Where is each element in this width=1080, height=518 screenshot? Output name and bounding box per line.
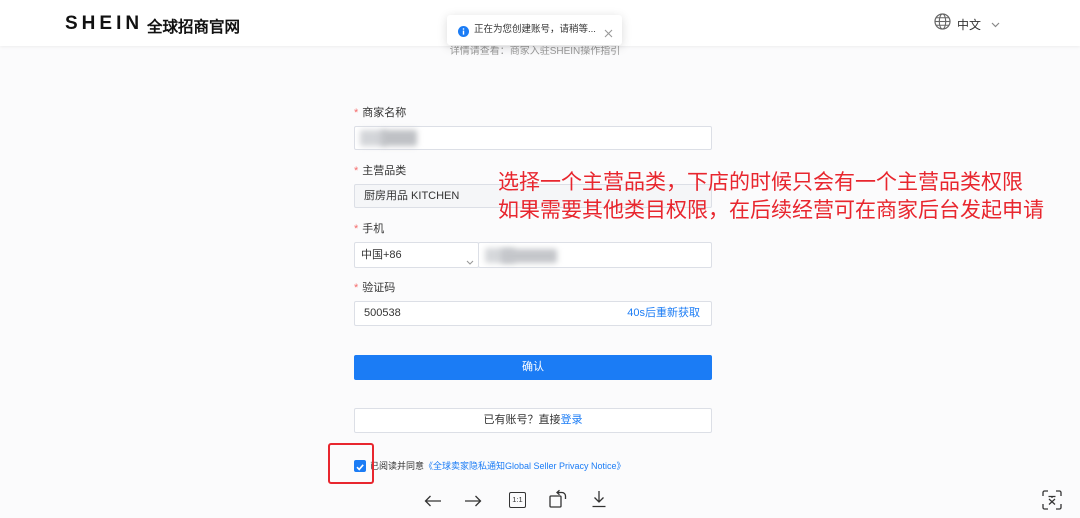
country-code-select[interactable]: 中国+86 xyxy=(354,242,479,268)
language-label: 中文 xyxy=(957,17,982,32)
main-category-label-text: 主营品类 xyxy=(362,165,407,177)
country-code-value: 中国+86 xyxy=(361,249,402,261)
rotate-icon[interactable] xyxy=(548,489,568,514)
arrow-left-icon[interactable] xyxy=(424,494,442,512)
extract-text-icon[interactable] xyxy=(1042,490,1062,515)
phone-label: * 手机 xyxy=(354,222,384,236)
verification-code-input[interactable]: 500538 40s后重新获取 xyxy=(354,301,712,326)
close-icon[interactable] xyxy=(604,25,613,38)
resend-code-button[interactable]: 40s后重新获取 xyxy=(627,302,700,325)
login-prompt-button[interactable]: 已有账号？直接登录 xyxy=(354,408,712,433)
creating-account-toast: 正在为您创建账号，请稍等... xyxy=(447,15,622,45)
required-mark: * xyxy=(354,165,359,177)
merchant-name-label-text: 商家名称 xyxy=(362,107,407,119)
verification-code-value: 500538 xyxy=(364,307,401,319)
agreement-prefix: 已阅读并同意 xyxy=(370,461,425,471)
language-selector[interactable]: 中文 xyxy=(934,13,1000,35)
phone-label-text: 手机 xyxy=(362,223,385,235)
required-mark: * xyxy=(354,107,359,119)
download-icon[interactable] xyxy=(591,490,607,513)
red-highlight-box xyxy=(328,443,374,484)
login-prompt-text: 已有账号？直接 xyxy=(483,414,561,426)
chevron-down-icon xyxy=(466,252,474,270)
annotation-line-2: 如果需要其他类目权限，在后续经营可在商家后台发起申请 xyxy=(498,199,1044,222)
phone-input[interactable] xyxy=(478,242,712,268)
required-mark: * xyxy=(354,223,359,235)
blurred-merchant-name xyxy=(381,130,417,146)
privacy-notice-link[interactable]: 《全球卖家隐私通知Global Seller Privacy Notice》 xyxy=(424,461,626,471)
verification-code-label-text: 验证码 xyxy=(362,282,396,294)
merchant-name-input[interactable] xyxy=(354,126,712,150)
toast-message: 正在为您创建账号，请稍等... xyxy=(474,24,596,35)
main-category-value: 厨房用品 KITCHEN xyxy=(364,190,460,202)
verification-code-label: * 验证码 xyxy=(354,281,395,295)
agreement-text: 已阅读并同意《全球卖家隐私通知Global Seller Privacy Not… xyxy=(370,460,626,472)
main-category-label: * 主营品类 xyxy=(354,164,406,178)
merchant-name-label: * 商家名称 xyxy=(354,106,406,120)
login-link[interactable]: 登录 xyxy=(561,414,583,426)
required-mark: * xyxy=(354,282,359,294)
info-icon xyxy=(458,24,469,37)
confirm-button[interactable]: 确认 xyxy=(354,355,712,380)
actual-size-icon[interactable]: 1:1 xyxy=(509,492,526,508)
site-name[interactable]: 全球招商官网 xyxy=(147,15,240,37)
annotation-line-1: 选择一个主营品类，下店的时候只会有一个主营品类权限 xyxy=(498,171,1023,194)
shein-logo[interactable]: SHEIN xyxy=(65,13,143,35)
chevron-down-icon xyxy=(991,15,1000,33)
globe-icon xyxy=(934,13,951,35)
blurred-phone-number xyxy=(501,249,557,263)
arrow-right-icon[interactable] xyxy=(464,494,482,512)
